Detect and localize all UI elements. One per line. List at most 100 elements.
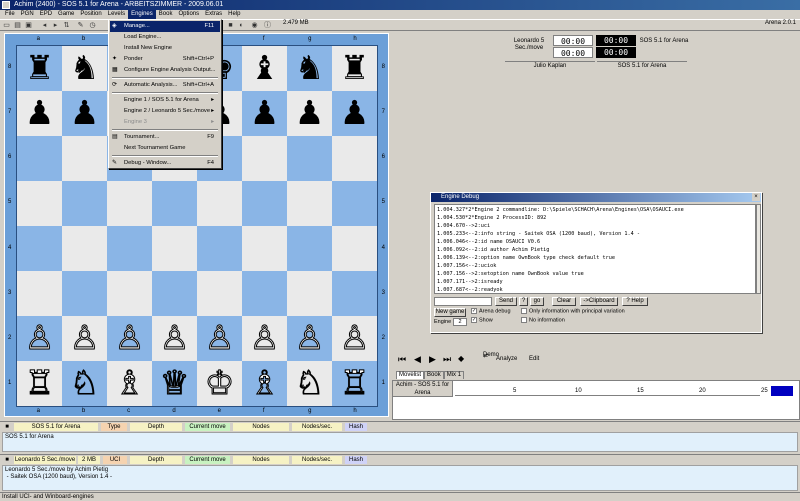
lock-icon[interactable]: ■ bbox=[3, 456, 11, 464]
chess-piece[interactable]: ♘ bbox=[69, 364, 100, 402]
square-h3[interactable] bbox=[332, 271, 377, 316]
new-game-button[interactable]: New game bbox=[434, 308, 466, 317]
menu-game[interactable]: Game bbox=[55, 10, 77, 19]
chess-piece[interactable]: ♗ bbox=[249, 364, 280, 402]
chess-piece[interactable]: ♗ bbox=[114, 364, 145, 402]
menu-epd[interactable]: EPD bbox=[37, 10, 55, 19]
next-move-icon[interactable]: ▶ bbox=[429, 354, 436, 365]
chess-piece[interactable]: ♟ bbox=[70, 94, 100, 131]
engine-debug-titlebar[interactable]: Engine Debug × bbox=[431, 193, 761, 202]
square-h4[interactable] bbox=[332, 226, 377, 271]
no-information-checkbox[interactable]: No information bbox=[521, 317, 565, 324]
square-a8[interactable]: ♜ bbox=[17, 46, 62, 91]
info-icon[interactable]: ⓘ bbox=[263, 21, 272, 30]
square-b2[interactable]: ♙ bbox=[62, 316, 107, 361]
square-c5[interactable] bbox=[107, 181, 152, 226]
square-b8[interactable]: ♞ bbox=[62, 46, 107, 91]
clock-icon[interactable]: ◷ bbox=[88, 21, 97, 30]
new-icon[interactable]: ▭ bbox=[2, 21, 11, 30]
square-d5[interactable] bbox=[152, 181, 197, 226]
menu-item-install-new-engine[interactable]: Install New Engine bbox=[110, 43, 220, 54]
menu-pgn[interactable]: PGN bbox=[18, 10, 37, 19]
chess-piece[interactable]: ♟ bbox=[25, 94, 55, 131]
chess-piece[interactable]: ♖ bbox=[24, 364, 55, 402]
square-g7[interactable]: ♟ bbox=[287, 91, 332, 136]
chess-piece[interactable]: ♝ bbox=[250, 49, 280, 86]
square-e1[interactable]: ♔ bbox=[197, 361, 242, 406]
tab-book[interactable]: Book bbox=[424, 371, 444, 379]
menu-position[interactable]: Position bbox=[77, 10, 104, 19]
square-g1[interactable]: ♘ bbox=[287, 361, 332, 406]
chess-piece[interactable]: ♙ bbox=[114, 319, 145, 357]
stop-icon[interactable]: ■ bbox=[226, 21, 235, 30]
square-e2[interactable]: ♙ bbox=[197, 316, 242, 361]
square-c1[interactable]: ♗ bbox=[107, 361, 152, 406]
chess-piece[interactable]: ♙ bbox=[204, 319, 235, 357]
square-g6[interactable] bbox=[287, 136, 332, 181]
chess-piece[interactable]: ♞ bbox=[70, 49, 100, 86]
ponder-icon[interactable]: ◐ bbox=[237, 21, 246, 30]
chess-piece[interactable]: ♜ bbox=[340, 49, 370, 86]
chess-piece[interactable]: ♞ bbox=[295, 49, 325, 86]
square-b1[interactable]: ♘ bbox=[62, 361, 107, 406]
square-a4[interactable] bbox=[17, 226, 62, 271]
square-f7[interactable]: ♟ bbox=[242, 91, 287, 136]
flip-icon[interactable]: ⇅ bbox=[62, 21, 71, 30]
square-f3[interactable] bbox=[242, 271, 287, 316]
menu-item-engine-2-leonardo-5-sec-move[interactable]: Engine 2 / Leonardo 5 Sec./move ▸ bbox=[110, 106, 220, 117]
square-e4[interactable] bbox=[197, 226, 242, 271]
clipboard-button[interactable]: ->Clipboard bbox=[580, 297, 618, 306]
help-button[interactable]: ? Help bbox=[622, 297, 648, 306]
square-h5[interactable] bbox=[332, 181, 377, 226]
chess-piece[interactable]: ♖ bbox=[339, 364, 370, 402]
debug-command-input[interactable] bbox=[434, 297, 492, 306]
debug-scrollbar[interactable] bbox=[756, 204, 761, 294]
square-b6[interactable] bbox=[62, 136, 107, 181]
menu-item-debug-window[interactable]: ✎ Debug - Window... F4 bbox=[110, 158, 220, 169]
menu-engines[interactable]: Engines bbox=[128, 10, 156, 19]
menu-item-engine-3[interactable]: Engine 3 ▸ bbox=[110, 117, 220, 128]
square-g5[interactable] bbox=[287, 181, 332, 226]
go-button[interactable]: go bbox=[530, 297, 544, 306]
square-a5[interactable] bbox=[17, 181, 62, 226]
chess-piece[interactable]: ♟ bbox=[340, 94, 370, 131]
engine-selector[interactable]: 2 bbox=[453, 318, 467, 326]
square-h7[interactable]: ♟ bbox=[332, 91, 377, 136]
chess-piece[interactable]: ♟ bbox=[250, 94, 280, 131]
edit-button[interactable]: Edit bbox=[529, 356, 539, 362]
tab-mix-1[interactable]: Mix 1 bbox=[443, 371, 465, 379]
send-button[interactable]: Send bbox=[495, 297, 517, 306]
save-icon[interactable]: ▣ bbox=[24, 21, 33, 30]
query-button[interactable]: ? bbox=[519, 297, 528, 306]
square-g4[interactable] bbox=[287, 226, 332, 271]
open-icon[interactable]: ▤ bbox=[13, 21, 22, 30]
square-e5[interactable] bbox=[197, 181, 242, 226]
menu-item-manage[interactable]: ◈ Manage... F11 bbox=[110, 21, 220, 32]
globe-icon[interactable]: ◉ bbox=[250, 21, 259, 30]
square-g8[interactable]: ♞ bbox=[287, 46, 332, 91]
square-a6[interactable] bbox=[17, 136, 62, 181]
chess-piece[interactable]: ♜ bbox=[25, 49, 55, 86]
menu-item-configure-engine-analysis-output[interactable]: ▦ Configure Engine Analysis Output... bbox=[110, 65, 220, 76]
square-h1[interactable]: ♖ bbox=[332, 361, 377, 406]
square-e3[interactable] bbox=[197, 271, 242, 316]
square-f4[interactable] bbox=[242, 226, 287, 271]
chess-piece[interactable]: ♙ bbox=[249, 319, 280, 357]
principal-variation-checkbox[interactable]: Only information with principal variatio… bbox=[521, 308, 625, 315]
chess-piece[interactable]: ♘ bbox=[294, 364, 325, 402]
square-b4[interactable] bbox=[62, 226, 107, 271]
chess-piece[interactable]: ♕ bbox=[159, 364, 190, 402]
flag-icon[interactable]: ◆ bbox=[458, 354, 464, 363]
menu-levels[interactable]: Levels bbox=[105, 10, 128, 19]
menu-file[interactable]: File bbox=[2, 10, 18, 19]
square-a3[interactable] bbox=[17, 271, 62, 316]
square-g3[interactable] bbox=[287, 271, 332, 316]
chess-piece[interactable]: ♙ bbox=[24, 319, 55, 357]
chess-piece[interactable]: ♔ bbox=[204, 364, 235, 402]
square-f6[interactable] bbox=[242, 136, 287, 181]
square-a2[interactable]: ♙ bbox=[17, 316, 62, 361]
square-f2[interactable]: ♙ bbox=[242, 316, 287, 361]
square-c4[interactable] bbox=[107, 226, 152, 271]
menu-item-ponder[interactable]: ✦ Ponder Shift+Ctrl+P bbox=[110, 54, 220, 65]
square-h6[interactable] bbox=[332, 136, 377, 181]
